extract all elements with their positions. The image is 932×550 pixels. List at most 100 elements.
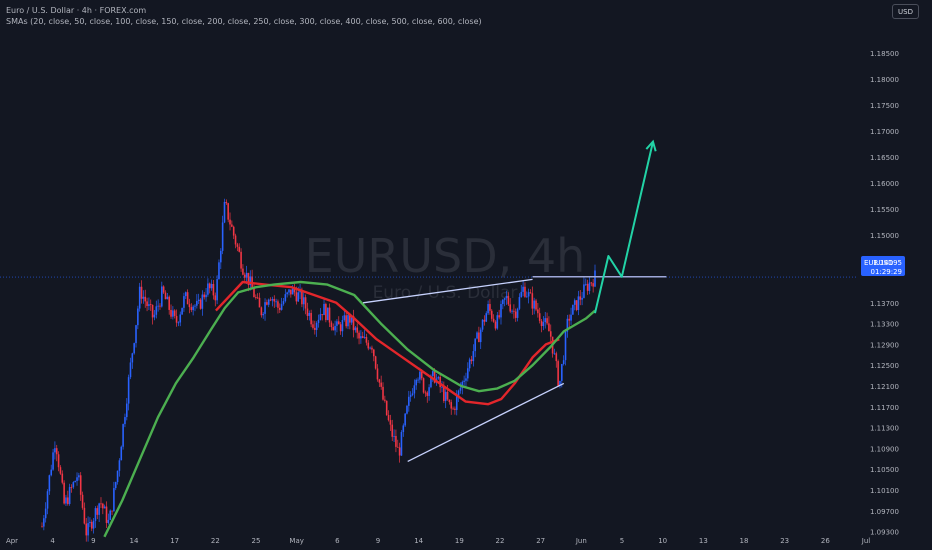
candle-body [548,323,550,332]
candle-body [159,305,161,307]
indicator-legend[interactable]: SMAs (20, close, 50, close, 100, close, … [6,17,482,26]
time-tick-label: 5 [620,537,624,545]
candle-body [487,304,489,314]
candle-body [431,371,434,376]
candle-body [542,322,545,327]
candle-body [297,292,300,302]
candle-body [208,283,211,289]
candle-body [443,386,445,402]
candle-body [522,286,524,292]
candle-body [89,521,91,524]
candle-body [518,297,521,309]
candle-body [389,420,392,425]
candle-body [129,362,132,378]
candle-body [382,386,384,400]
candle-body [592,283,594,287]
candle-body [422,378,425,393]
candle-body [52,452,54,470]
candle-body [584,283,587,285]
time-tick-label: 10 [658,537,667,545]
price-tick-label: 1.10100 [870,487,899,495]
candle-body [455,395,458,410]
projection-path [594,141,654,314]
candle-body [538,313,541,321]
candle-body [227,203,229,220]
candle-body [478,332,480,343]
candle-body [310,312,312,325]
candle-body [415,379,417,386]
candle-body [408,396,410,406]
candle-body [312,324,314,328]
candle-body [157,305,159,307]
candle-body [149,304,152,305]
candle-body [220,250,222,263]
candle-body [44,508,47,519]
candle-body [500,304,502,318]
candle-body [286,292,288,295]
candle-body [441,386,443,388]
candle-body [509,304,512,312]
currency-button[interactable]: USD [892,4,919,19]
candle-body [221,222,224,251]
candle-body [452,408,454,410]
candle-body [468,359,471,369]
candle-body [384,399,386,401]
candle-body [476,332,478,339]
candle-body [583,284,585,298]
candle-body [391,424,394,437]
price-tick-label: 1.10500 [870,466,899,474]
candle-body [334,325,336,331]
candle-body [393,435,395,437]
candle-body [459,388,462,391]
candle-body [122,424,124,447]
candle-body [579,296,582,300]
candle-body [555,353,558,362]
candle-body [81,494,84,508]
price-tick-label: 1.12100 [870,383,899,391]
price-tick-label: 1.12500 [870,362,899,370]
candle-body [345,315,347,327]
candle-body [41,526,43,528]
candle-body [98,503,100,515]
time-tick-label: 25 [252,537,261,545]
time-tick-label: May [289,537,303,545]
candle-body [43,518,45,527]
candle-body [240,251,242,269]
candle-body [503,298,506,300]
price-tick-label: 1.16000 [870,180,899,188]
price-tick-label: 1.10900 [870,445,899,453]
candle-body [562,360,565,365]
candle-body [502,299,504,305]
candle-body [586,283,589,291]
time-tick-label: Jun [575,537,587,545]
candle-body [175,315,178,323]
candle-body [70,487,73,488]
candle-body [490,310,493,319]
candle-body [168,296,170,310]
candle-body [365,337,368,343]
candle-body [428,387,430,396]
candle-body [260,307,263,316]
candle-body [507,296,510,305]
candle-body [531,293,534,309]
candle-body [258,297,261,308]
candle-body [314,327,316,330]
time-tick-label: 17 [170,537,179,545]
candle-body [529,292,532,294]
candle-body [140,286,143,299]
candle-body [295,292,298,302]
candle-body [376,368,379,380]
candle-body [378,379,381,383]
time-tick-label: 14 [414,537,423,545]
candle-body [546,318,548,324]
candle-body [371,347,373,350]
price-chart[interactable]: EURUSD, 4h Euro / U.S. Dollar 1.185001.1… [0,0,932,550]
candle-body [575,300,578,311]
last-price-tag[interactable]: EURUSD 1.14195 01:29:29 [861,256,905,276]
time-tick-label: 6 [335,537,340,545]
candle-body [255,297,257,298]
candle-body [306,308,309,316]
candle-body [319,314,322,320]
candle-body [485,313,488,322]
candle-body [61,473,64,483]
